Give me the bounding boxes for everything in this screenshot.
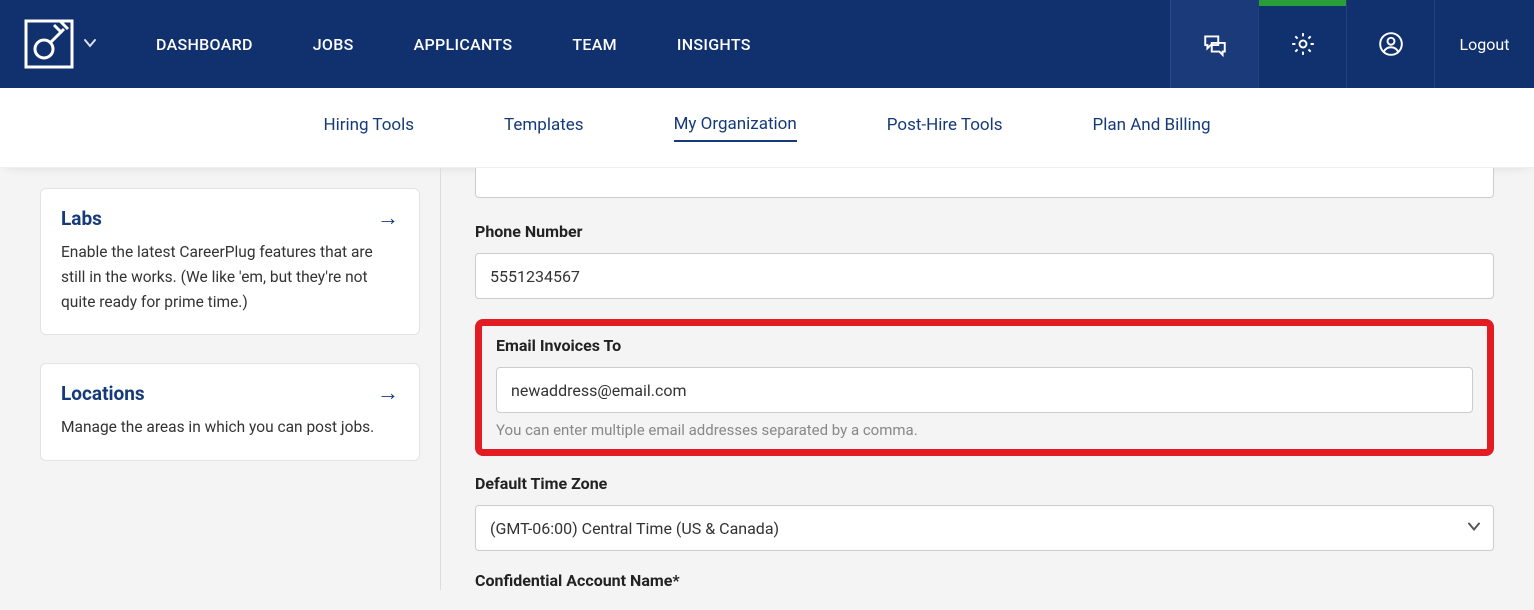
timezone-label: Default Time Zone: [475, 474, 1494, 493]
field-phone: Phone Number: [475, 222, 1494, 299]
subnav-hiring-tools[interactable]: Hiring Tools: [323, 115, 414, 141]
main-nav: DASHBOARD JOBS APPLICANTS TEAM INSIGHTS: [156, 35, 751, 54]
subnav-post-hire-tools[interactable]: Post-Hire Tools: [887, 115, 1003, 141]
chat-icon-button[interactable]: [1170, 0, 1258, 88]
subnav-templates[interactable]: Templates: [504, 115, 584, 141]
email-invoices-input[interactable]: [496, 367, 1473, 413]
form-wrap: Phone Number Email Invoices To You can e…: [440, 168, 1494, 590]
arrow-right-icon: →: [377, 208, 399, 230]
page-body: Labs → Enable the latest CareerPlug feat…: [0, 168, 1534, 610]
top-navbar: DASHBOARD JOBS APPLICANTS TEAM INSIGHTS: [0, 0, 1534, 88]
chevron-down-icon[interactable]: [84, 37, 96, 51]
timezone-select-wrap: (GMT-06:00) Central Time (US & Canada): [475, 505, 1494, 551]
subnav-my-organization[interactable]: My Organization: [674, 114, 797, 142]
arrow-right-icon: →: [377, 383, 399, 405]
phone-input[interactable]: [475, 253, 1494, 299]
nav-insights[interactable]: INSIGHTS: [677, 35, 751, 54]
sidebar-card-title: Locations: [61, 382, 145, 405]
field-timezone: Default Time Zone (GMT-06:00) Central Ti…: [475, 474, 1494, 551]
nav-applicants[interactable]: APPLICANTS: [414, 35, 513, 54]
email-invoices-highlight: Email Invoices To You can enter multiple…: [475, 319, 1494, 456]
confidential-account-name-label: Confidential Account Name*: [475, 571, 1494, 590]
cropped-input-above[interactable]: [475, 168, 1494, 198]
email-invoices-help: You can enter multiple email addresses s…: [496, 421, 1473, 439]
app-logo-icon: [24, 19, 74, 69]
logo-block[interactable]: [0, 19, 126, 69]
sidebar-card-desc: Manage the areas in which you can post j…: [61, 415, 399, 440]
sidebar-card-locations[interactable]: Locations → Manage the areas in which yo…: [40, 363, 420, 461]
email-invoices-label: Email Invoices To: [496, 336, 1473, 355]
main-column: Phone Number Email Invoices To You can e…: [440, 168, 1534, 590]
nav-team[interactable]: TEAM: [572, 35, 617, 54]
nav-jobs[interactable]: JOBS: [313, 35, 354, 54]
logout-label: Logout: [1460, 35, 1510, 54]
sidebar-card-labs[interactable]: Labs → Enable the latest CareerPlug feat…: [40, 188, 420, 335]
nav-dashboard[interactable]: DASHBOARD: [156, 35, 253, 54]
subnav-plan-and-billing[interactable]: Plan And Billing: [1093, 115, 1211, 141]
sub-nav: Hiring Tools Templates My Organization P…: [0, 88, 1534, 168]
field-email-invoices: Email Invoices To You can enter multiple…: [496, 336, 1473, 439]
user-icon: [1378, 31, 1404, 57]
gear-icon: [1290, 31, 1316, 57]
sidebar: Labs → Enable the latest CareerPlug feat…: [0, 168, 440, 509]
chat-icon: [1202, 31, 1228, 57]
sidebar-card-desc: Enable the latest CareerPlug features th…: [61, 240, 399, 314]
topbar-right: Logout: [1170, 0, 1534, 88]
active-indicator: [1259, 0, 1346, 6]
phone-label: Phone Number: [475, 222, 1494, 241]
settings-icon-button[interactable]: [1258, 0, 1346, 88]
logout-button[interactable]: Logout: [1434, 0, 1534, 88]
sidebar-card-title: Labs: [61, 207, 102, 230]
timezone-select[interactable]: (GMT-06:00) Central Time (US & Canada): [475, 505, 1494, 551]
user-icon-button[interactable]: [1346, 0, 1434, 88]
